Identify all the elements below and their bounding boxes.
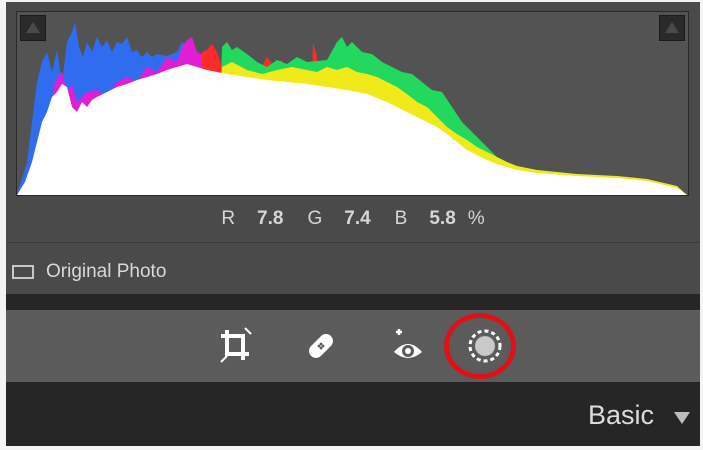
basic-panel-header[interactable]: Basic — [6, 382, 700, 446]
red-eye-tool-button[interactable] — [386, 324, 430, 368]
b-value: 5.8 — [429, 208, 456, 229]
red-eye-icon — [394, 329, 422, 358]
tool-strip — [6, 310, 700, 382]
g-label: G — [307, 208, 323, 229]
panel-collapse-toggle[interactable] — [672, 410, 692, 426]
triangle-up-icon — [665, 22, 679, 33]
triangle-down-icon — [674, 412, 690, 424]
percent-unit: % — [467, 208, 485, 229]
spot-removal-tool-button[interactable] — [299, 324, 343, 368]
r-label: R — [221, 208, 236, 229]
histogram[interactable] — [16, 11, 689, 196]
develop-panel: R 7.8 G 7.4 B 5.8% Original Photo Basic — [6, 2, 700, 446]
original-photo-label: Original Photo — [46, 261, 167, 282]
panel-separator — [6, 294, 700, 310]
g-value: 7.4 — [344, 208, 371, 229]
bandage-icon — [309, 334, 333, 358]
panel-title: Basic — [587, 400, 654, 430]
histogram-graph — [17, 22, 687, 195]
shadow-clipping-button[interactable] — [20, 15, 46, 41]
highlight-clipping-button[interactable] — [659, 15, 685, 41]
crop-tool-button[interactable] — [213, 324, 257, 368]
masking-tool-button[interactable] — [463, 324, 507, 368]
crop-icon — [220, 327, 252, 363]
triangle-up-icon — [26, 22, 40, 33]
original-photo-checkbox[interactable] — [12, 265, 34, 279]
b-label: B — [394, 208, 408, 229]
rgb-readout: R 7.8 G 7.4 B 5.8% — [6, 208, 700, 230]
mask-icon — [468, 329, 502, 363]
r-value: 7.8 — [257, 208, 284, 229]
divider — [6, 242, 700, 243]
original-photo-toggle[interactable]: Original Photo — [12, 258, 166, 286]
